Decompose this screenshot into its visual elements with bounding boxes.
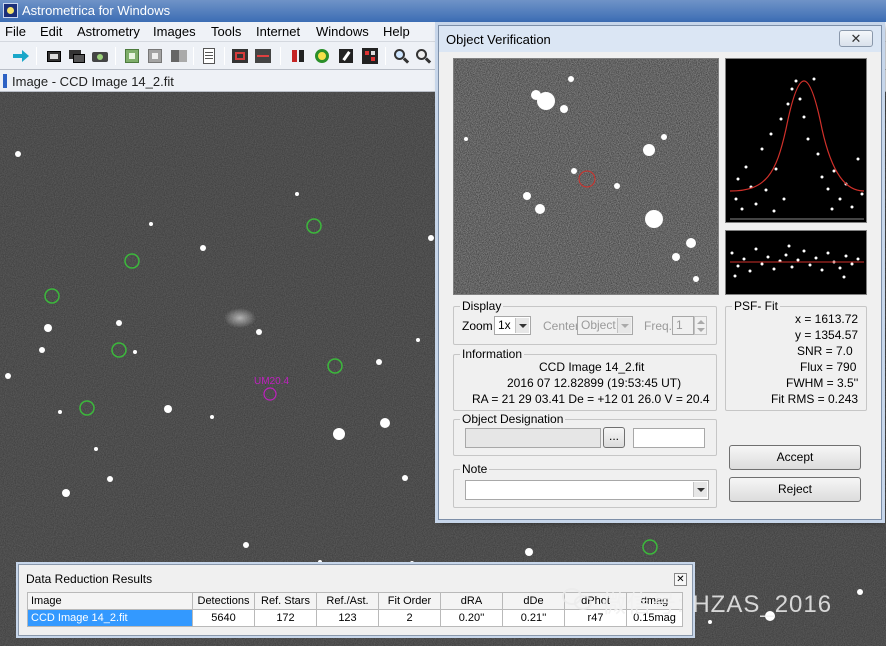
zoom-select-value: 1x — [498, 318, 511, 332]
zoom-out-icon[interactable] — [414, 47, 432, 65]
psf-y-value: y = 1354.57 — [795, 328, 859, 342]
menu-edit[interactable]: Edit — [40, 24, 62, 39]
delete-icon[interactable] — [254, 47, 272, 65]
pointer-icon[interactable] — [289, 47, 307, 65]
menu-internet[interactable]: Internet — [256, 24, 300, 39]
cell-fit-order: 2 — [378, 609, 441, 627]
object-designation-label: Object Designation — [462, 412, 564, 426]
camera-icon[interactable] — [91, 47, 109, 65]
menu-tools[interactable]: Tools — [211, 24, 241, 39]
galaxy-blob — [224, 308, 256, 328]
freq-input-value: 1 — [676, 318, 683, 332]
arrow-right-icon[interactable] — [12, 47, 30, 65]
column-header-dra[interactable]: dRA — [440, 592, 503, 610]
column-header-ref-stars[interactable]: Ref. Stars — [254, 592, 317, 610]
open-image-icon[interactable] — [45, 47, 63, 65]
object-verification-dialog: Object Verification ✕ Display Zoom 1x Ce… — [438, 25, 882, 520]
green-square-icon[interactable] — [123, 47, 141, 65]
dialog-close-button[interactable]: ✕ — [839, 30, 873, 47]
psf-fwhm-value: FWHM = 3.5'' — [786, 376, 859, 390]
note-group-label: Note — [462, 462, 488, 476]
note-select[interactable] — [465, 480, 709, 500]
open-images-icon[interactable] — [68, 47, 86, 65]
app-icon — [3, 3, 18, 18]
cell-ref-stars: 172 — [254, 609, 317, 627]
watermark: 微信号: HZAS_2016 — [562, 580, 882, 620]
chevron-down-icon — [617, 318, 631, 333]
freq-input[interactable]: 1 — [672, 316, 694, 335]
title-bar: Astrometrica for Windows — [0, 0, 886, 22]
red-cross-icon[interactable] — [231, 47, 249, 65]
object-thumbnail — [453, 58, 719, 295]
info-date: 2016 07 12.82899 (19:53:45 UT) — [507, 376, 682, 390]
info-coordinates: RA = 21 29 03.41 De = +12 01 26.0 V = 20… — [472, 392, 710, 406]
document-icon[interactable] — [200, 47, 218, 65]
designation-input[interactable] — [465, 428, 601, 448]
psf-fit-group-label: PSF- Fit — [734, 299, 778, 313]
psf-residual-plot — [725, 230, 867, 295]
results-title: Data Reduction Results — [26, 572, 153, 586]
cell-image[interactable]: CCD Image 14_2.fit — [27, 609, 193, 627]
column-header-fit-order[interactable]: Fit Order — [378, 592, 441, 610]
zoom-label: Zoom — [462, 319, 493, 333]
center-select[interactable]: Object — [577, 316, 633, 335]
psf-profile-plot — [725, 58, 867, 223]
info-image-name: CCD Image 14_2.fit — [539, 360, 645, 374]
psf-x-value: x = 1613.72 — [795, 312, 859, 326]
psf-snr-value: SNR = 7.0 — [797, 344, 853, 358]
circle-select-icon[interactable] — [313, 47, 331, 65]
dialog-title: Object Verification — [446, 32, 551, 47]
menu-astrometry[interactable]: Astrometry — [77, 24, 140, 39]
cell-ref-ast: 123 — [316, 609, 379, 627]
column-header-image[interactable]: Image — [27, 592, 193, 610]
menu-help[interactable]: Help — [383, 24, 410, 39]
cell-detections: 5640 — [192, 609, 255, 627]
reject-button-label: Reject — [777, 482, 812, 496]
designation-code-input[interactable] — [633, 428, 705, 448]
dialog-titlebar: Object Verification ✕ — [439, 26, 881, 52]
information-group-label: Information — [462, 347, 523, 361]
menu-images[interactable]: Images — [153, 24, 196, 39]
zoom-select[interactable]: 1x — [494, 316, 531, 335]
object-label: UM20.4 — [254, 376, 289, 387]
psf-flux-value: Flux = 790 — [800, 360, 857, 374]
pen-icon[interactable] — [337, 47, 355, 65]
menu-windows[interactable]: Windows — [316, 24, 369, 39]
zoom-in-icon[interactable] — [392, 47, 410, 65]
gray-square-icon[interactable] — [146, 47, 164, 65]
column-header-ref-ast[interactable]: Ref./Ast. — [316, 592, 379, 610]
chevron-down-icon — [693, 482, 707, 497]
center-select-value: Object — [581, 318, 616, 332]
freq-label: Freq. — [644, 319, 673, 333]
cell-dra: 0.20'' — [440, 609, 503, 627]
column-header-dde[interactable]: dDe — [502, 592, 565, 610]
display-group-label: Display — [462, 299, 502, 313]
blink-icon[interactable] — [170, 47, 188, 65]
grid-icon[interactable] — [361, 47, 379, 65]
menu-file[interactable]: File — [5, 24, 26, 39]
psf-rms-value: Fit RMS = 0.243 — [771, 392, 859, 406]
column-header-detections[interactable]: Detections — [192, 592, 255, 610]
reject-button[interactable]: Reject — [729, 477, 861, 502]
wechat-icon — [562, 586, 596, 612]
window-icon — [3, 74, 7, 88]
accept-button-label: Accept — [776, 450, 814, 464]
freq-spinner[interactable] — [694, 316, 707, 335]
watermark-text: 微信号: HZAS_2016 — [602, 591, 833, 618]
center-label: Center — [543, 319, 580, 333]
chevron-down-icon — [515, 318, 529, 333]
accept-button[interactable]: Accept — [729, 445, 861, 470]
cell-dde: 0.21'' — [502, 609, 565, 627]
designation-browse-button[interactable]: ... — [603, 427, 625, 448]
app-title: Astrometrica for Windows — [22, 3, 171, 18]
image-window-title: Image - CCD Image 14_2.fit — [12, 74, 174, 89]
